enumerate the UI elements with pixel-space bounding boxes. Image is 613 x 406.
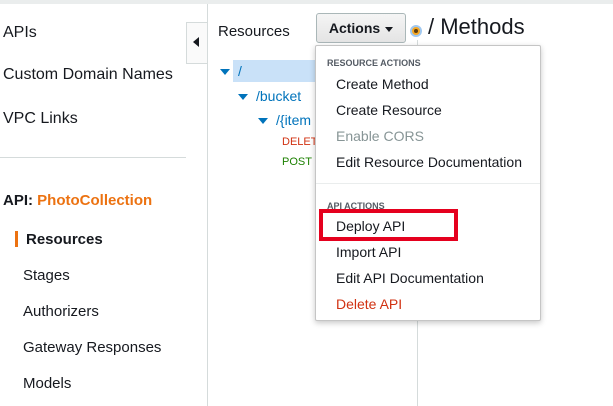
subnav-gateway-responses[interactable]: Gateway Responses <box>23 339 161 356</box>
actions-label: Actions <box>328 20 381 36</box>
menu-divider <box>316 183 540 184</box>
menu-create-resource[interactable]: Create Resource <box>336 102 442 118</box>
expand-icon[interactable] <box>220 69 230 76</box>
api-prefix: API: <box>3 192 33 209</box>
chevron-left-icon <box>193 37 199 47</box>
left-nav: APIs Custom Domain Names VPC Links API: … <box>0 0 207 406</box>
status-dot-icon <box>410 25 422 37</box>
nav-divider <box>0 157 186 158</box>
menu-enable-cors: Enable CORS <box>336 128 424 144</box>
subnav-models[interactable]: Models <box>23 375 71 392</box>
tree-label: / <box>238 63 242 79</box>
selected-row-highlight <box>233 60 321 82</box>
nav-apis[interactable]: APIs <box>3 24 37 42</box>
subnav-stages[interactable]: Stages <box>23 267 70 284</box>
tree-item-root[interactable]: / <box>220 63 242 79</box>
expand-icon[interactable] <box>258 118 268 125</box>
api-heading: API: PhotoCollection <box>3 192 152 209</box>
active-indicator <box>15 231 18 247</box>
tree-item-bucket[interactable]: /bucket <box>238 88 301 104</box>
collapse-nav-button[interactable] <box>186 22 207 64</box>
subnav-resources[interactable]: Resources <box>26 231 103 248</box>
actions-dropdown-menu: Resource Actions Create Method Create Re… <box>315 45 541 321</box>
method-post[interactable]: POST <box>282 156 312 168</box>
subnav-authorizers[interactable]: Authorizers <box>23 303 99 320</box>
nav-vpc-links[interactable]: VPC Links <box>3 110 78 128</box>
section-resource-actions: Resource Actions <box>327 58 421 68</box>
tree-label: /{item <box>276 112 312 128</box>
menu-delete-api[interactable]: Delete API <box>336 296 402 312</box>
deploy-api-highlight <box>319 209 458 241</box>
panel-divider <box>207 4 208 406</box>
methods-title: / Methods <box>428 14 525 39</box>
tree-item-item[interactable]: /{item <box>258 112 311 128</box>
caret-down-icon <box>385 26 394 32</box>
api-name[interactable]: PhotoCollection <box>37 192 152 209</box>
menu-edit-resource-documentation[interactable]: Edit Resource Documentation <box>336 154 522 170</box>
actions-button[interactable]: Actions <box>316 13 406 43</box>
menu-edit-api-documentation[interactable]: Edit API Documentation <box>336 270 484 286</box>
menu-import-api[interactable]: Import API <box>336 244 401 260</box>
method-delete[interactable]: DELET <box>282 136 317 148</box>
resources-title: Resources <box>218 23 290 40</box>
tree-label: /bucket <box>256 88 302 104</box>
expand-icon[interactable] <box>238 94 248 101</box>
nav-custom-domain-names[interactable]: Custom Domain Names <box>3 66 173 84</box>
menu-create-method[interactable]: Create Method <box>336 76 429 92</box>
